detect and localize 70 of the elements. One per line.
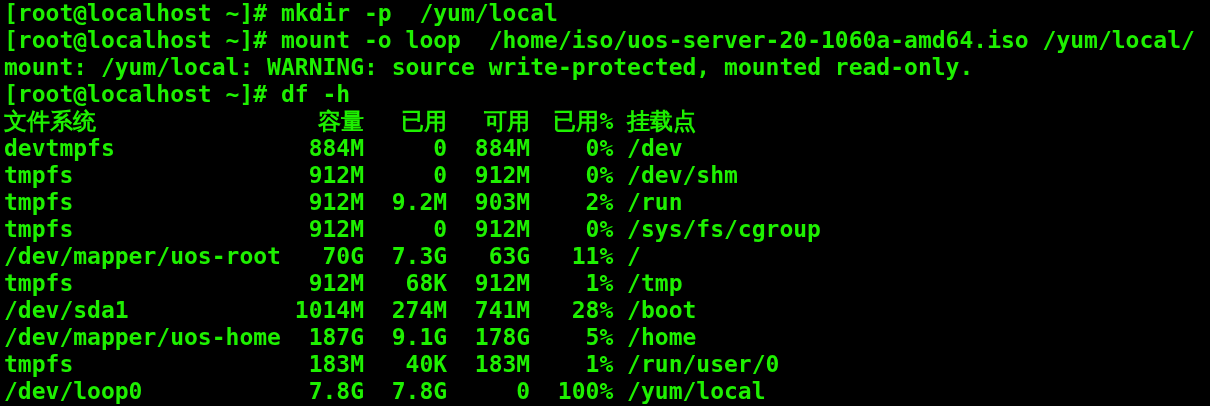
table-cell-text: 884M bbox=[473, 135, 531, 162]
table-cell-text: 274M bbox=[390, 297, 448, 324]
table-cell-text: tmpfs bbox=[4, 189, 75, 216]
table-cell-text: 2% bbox=[584, 189, 614, 216]
table-cell-text: 11% bbox=[570, 243, 614, 270]
table-cell-text: tmpfs bbox=[4, 162, 75, 189]
column-header: 可用 bbox=[483, 108, 531, 135]
table-cell-text: 884M bbox=[307, 135, 364, 162]
table-cell-text: 9.1G bbox=[390, 324, 448, 351]
table-cell-text: 183M bbox=[473, 351, 531, 378]
table-cell-text: 70G bbox=[321, 243, 364, 270]
table-cell-text: tmpfs bbox=[4, 351, 75, 378]
table-cell-text: 7.8G bbox=[390, 378, 448, 405]
table-cell-text: /dev/shm bbox=[626, 162, 738, 189]
table-cell-text: /tmp bbox=[626, 270, 683, 297]
table-cell-text: /sys/fs/cgroup bbox=[626, 216, 821, 243]
column-header: 文件系统 bbox=[4, 108, 97, 135]
table-cell-text: 178G bbox=[473, 324, 531, 351]
table-cell-text: 0 bbox=[432, 135, 448, 162]
table-cell-text: 9.2M bbox=[390, 189, 448, 216]
terminal-line: [root@localhost ~]# df -h bbox=[4, 81, 351, 108]
table-cell-text: tmpfs bbox=[4, 216, 75, 243]
table-cell-text: /dev/mapper/uos-home bbox=[4, 324, 282, 351]
table-cell-text: 741M bbox=[473, 297, 531, 324]
table-cell-text: 912M bbox=[473, 270, 531, 297]
table-cell-text: 28% bbox=[570, 297, 614, 324]
table-cell-text: devtmpfs bbox=[4, 135, 116, 162]
table-cell-text: 63G bbox=[487, 243, 531, 270]
table-cell-text: 68K bbox=[404, 270, 448, 297]
table-cell-text: 0% bbox=[584, 162, 614, 189]
table-cell-text: 7.8G bbox=[307, 378, 364, 405]
table-cell-text: 1% bbox=[584, 351, 614, 378]
table-cell-text: /run bbox=[626, 189, 683, 216]
table-cell-text: 912M bbox=[307, 189, 364, 216]
table-cell-text: /yum/local bbox=[626, 378, 766, 405]
table-cell-text: 0 bbox=[515, 378, 531, 405]
column-header: 容量 bbox=[317, 108, 364, 135]
table-cell-text: /boot bbox=[626, 297, 697, 324]
table-cell-text: 0% bbox=[584, 135, 614, 162]
table-cell-text: 100% bbox=[556, 378, 614, 405]
column-header: 已用 bbox=[400, 108, 448, 135]
table-cell-text: 1% bbox=[584, 270, 614, 297]
table-cell-text: 912M bbox=[307, 216, 364, 243]
table-cell-text: 912M bbox=[307, 162, 364, 189]
terminal-line: [root@localhost ~]# mkdir -p /yum/local bbox=[4, 0, 558, 27]
table-cell-text: / bbox=[626, 243, 641, 270]
table-cell-text: 0% bbox=[584, 216, 614, 243]
table-cell-text: 912M bbox=[473, 162, 531, 189]
table-cell-text: 912M bbox=[307, 270, 364, 297]
table-cell-text: 903M bbox=[473, 189, 531, 216]
column-header: 已用% bbox=[552, 108, 614, 135]
table-cell-text: tmpfs bbox=[4, 270, 75, 297]
table-cell-text: /dev bbox=[626, 135, 683, 162]
table-cell-text: 40K bbox=[404, 351, 448, 378]
column-header: 挂载点 bbox=[625, 108, 697, 135]
terminal-line: mount: /yum/local: WARNING: source write-protected, mounted read-only. bbox=[4, 54, 974, 81]
table-cell-text: /dev/mapper/uos-root bbox=[4, 243, 282, 270]
table-cell-text: 187G bbox=[307, 324, 364, 351]
table-cell: 1014M bbox=[294, 297, 364, 324]
table-cell-text: 5% bbox=[584, 324, 614, 351]
table-cell-text: 912M bbox=[473, 216, 531, 243]
table-cell-text: /run/user/0 bbox=[626, 351, 780, 378]
table-cell-text: 183M bbox=[307, 351, 364, 378]
table-cell-text: /dev/sda1 bbox=[4, 297, 130, 324]
table-cell-text: 0 bbox=[432, 162, 448, 189]
table-cell-text: 7.3G bbox=[390, 243, 448, 270]
table-cell-text: 0 bbox=[432, 216, 448, 243]
terminal-line: [root@localhost ~]# mount -o loop /home/iso/uos-server-20-1060a-amd64.iso /yum/local/ bbox=[4, 27, 1195, 54]
table-cell-text: /home bbox=[626, 324, 697, 351]
table-cell-text: /dev/loop0 bbox=[4, 378, 144, 405]
